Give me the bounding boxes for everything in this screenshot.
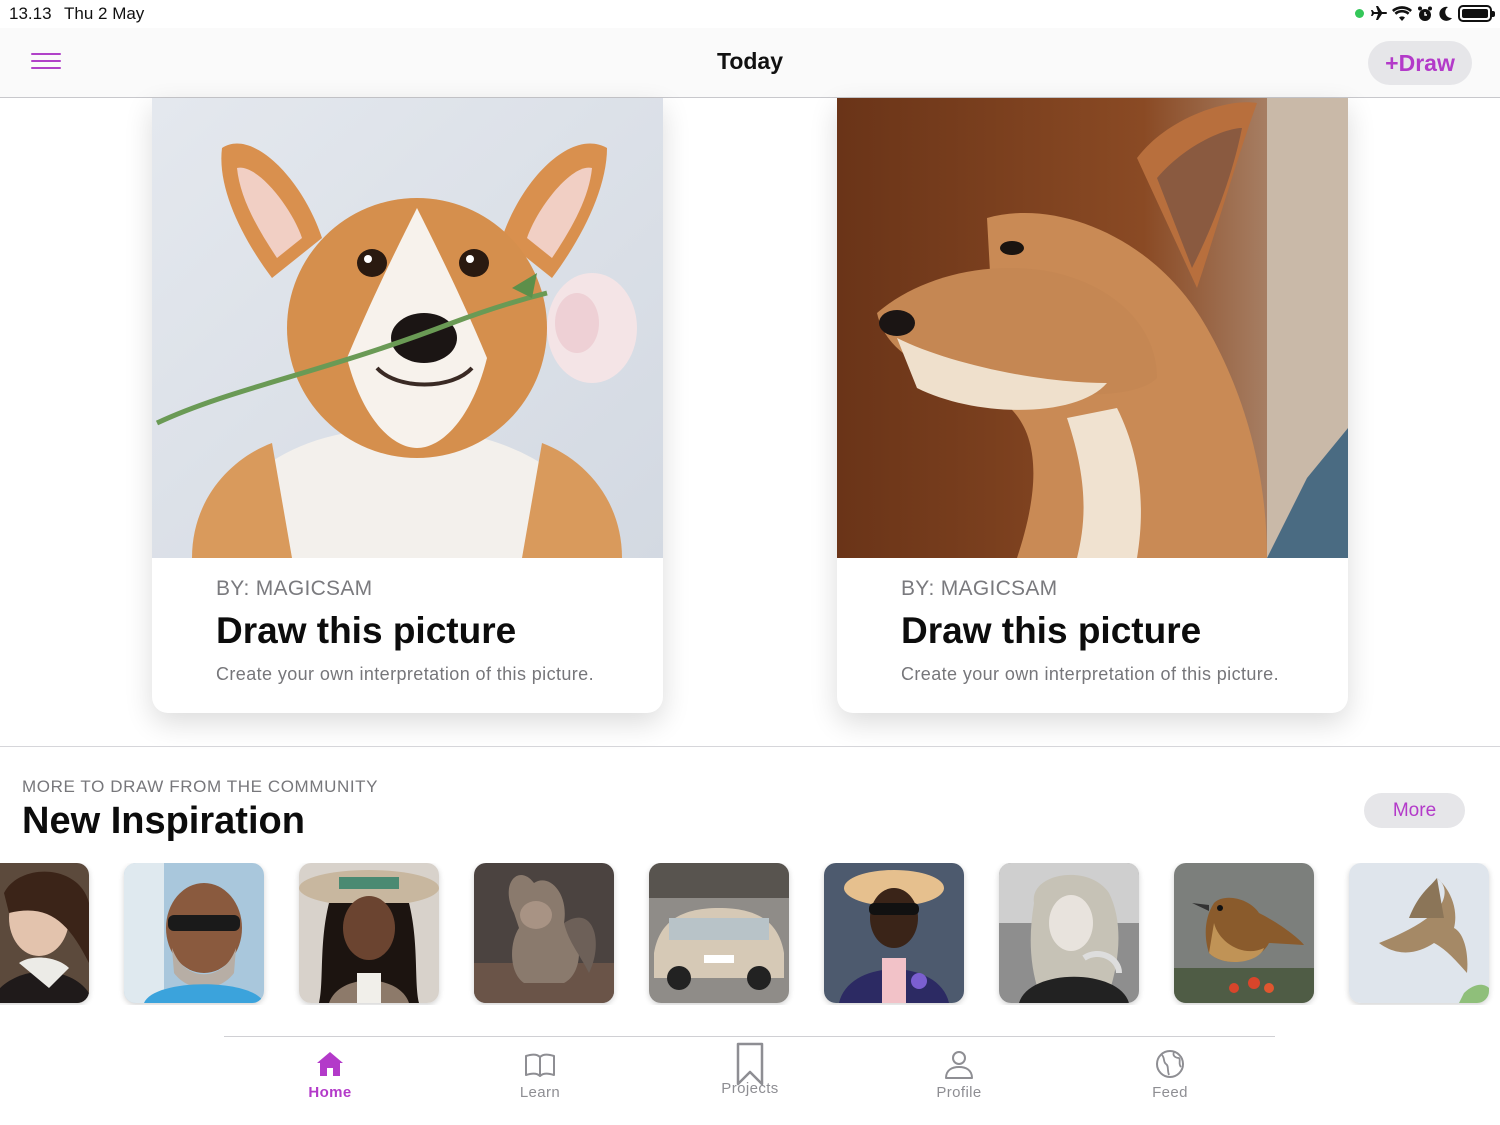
card-description: Create your own interpretation of this p… bbox=[216, 664, 594, 684]
navigation-bar: Today +Draw bbox=[0, 28, 1500, 98]
inspiration-thumbnail[interactable] bbox=[124, 863, 264, 1003]
card-title: Draw this picture bbox=[901, 610, 1202, 651]
inspiration-thumbnail[interactable] bbox=[1174, 863, 1314, 1003]
tab-home[interactable]: Home bbox=[270, 1046, 390, 1110]
card-author: BY: MAGICSAM bbox=[901, 577, 1058, 600]
inspiration-carousel[interactable] bbox=[0, 863, 1500, 1005]
house-icon bbox=[317, 1052, 343, 1076]
inspiration-thumbnail[interactable] bbox=[299, 863, 439, 1003]
globe-icon bbox=[1156, 1050, 1184, 1078]
tab-label: Home bbox=[308, 1084, 352, 1101]
section-divider bbox=[0, 746, 1500, 747]
status-bar: 13.13 Thu 2 May bbox=[0, 0, 1500, 28]
chihuahua-profile-photo bbox=[837, 98, 1348, 558]
page-title: Today bbox=[716, 48, 784, 74]
airplane-icon bbox=[1371, 5, 1387, 20]
battery-icon bbox=[1458, 5, 1495, 22]
inspiration-thumbnail[interactable] bbox=[474, 863, 614, 1003]
alarm-icon bbox=[1418, 6, 1432, 21]
corgi-with-rose-photo bbox=[152, 98, 663, 558]
section-title: New Inspiration bbox=[22, 800, 305, 842]
section-subtitle: MORE TO DRAW FROM THE COMMUNITY bbox=[22, 777, 379, 796]
inspiration-thumbnail[interactable] bbox=[824, 863, 964, 1003]
tab-label: Profile bbox=[936, 1084, 982, 1101]
tab-label: Learn bbox=[519, 1084, 561, 1101]
wifi-icon bbox=[1392, 6, 1412, 21]
tab-projects[interactable]: Projects bbox=[690, 1042, 810, 1110]
status-date: Thu 2 May bbox=[64, 4, 145, 23]
tab-learn[interactable]: Learn bbox=[480, 1046, 600, 1110]
tab-label: Projects bbox=[721, 1080, 779, 1097]
camera-in-use-indicator-icon bbox=[1355, 9, 1364, 18]
featured-card[interactable]: BY: MAGICSAM Draw this picture Create yo… bbox=[837, 98, 1348, 713]
featured-card[interactable]: BY: MAGICSAM Draw this picture Create yo… bbox=[152, 98, 663, 713]
status-time: 13.13 bbox=[9, 4, 52, 23]
inspiration-thumbnail[interactable] bbox=[999, 863, 1139, 1003]
tab-label: Feed bbox=[1152, 1084, 1188, 1101]
new-drawing-button[interactable]: +Draw bbox=[1368, 41, 1472, 85]
tab-bar-divider bbox=[224, 1036, 1275, 1037]
card-description: Create your own interpretation of this p… bbox=[901, 664, 1279, 684]
status-icons bbox=[1355, 5, 1495, 22]
card-title: Draw this picture bbox=[216, 610, 517, 651]
inspiration-thumbnail[interactable] bbox=[0, 863, 89, 1003]
tab-feed[interactable]: Feed bbox=[1110, 1046, 1230, 1110]
person-icon bbox=[945, 1051, 973, 1079]
more-button[interactable]: More bbox=[1364, 793, 1465, 828]
inspiration-thumbnail[interactable] bbox=[1349, 863, 1489, 1003]
book-icon bbox=[525, 1053, 555, 1077]
tab-profile[interactable]: Profile bbox=[899, 1046, 1019, 1110]
hamburger-menu-icon[interactable] bbox=[31, 53, 61, 73]
inspiration-thumbnail[interactable] bbox=[649, 863, 789, 1003]
moon-icon bbox=[1439, 6, 1452, 21]
card-author: BY: MAGICSAM bbox=[216, 577, 373, 600]
